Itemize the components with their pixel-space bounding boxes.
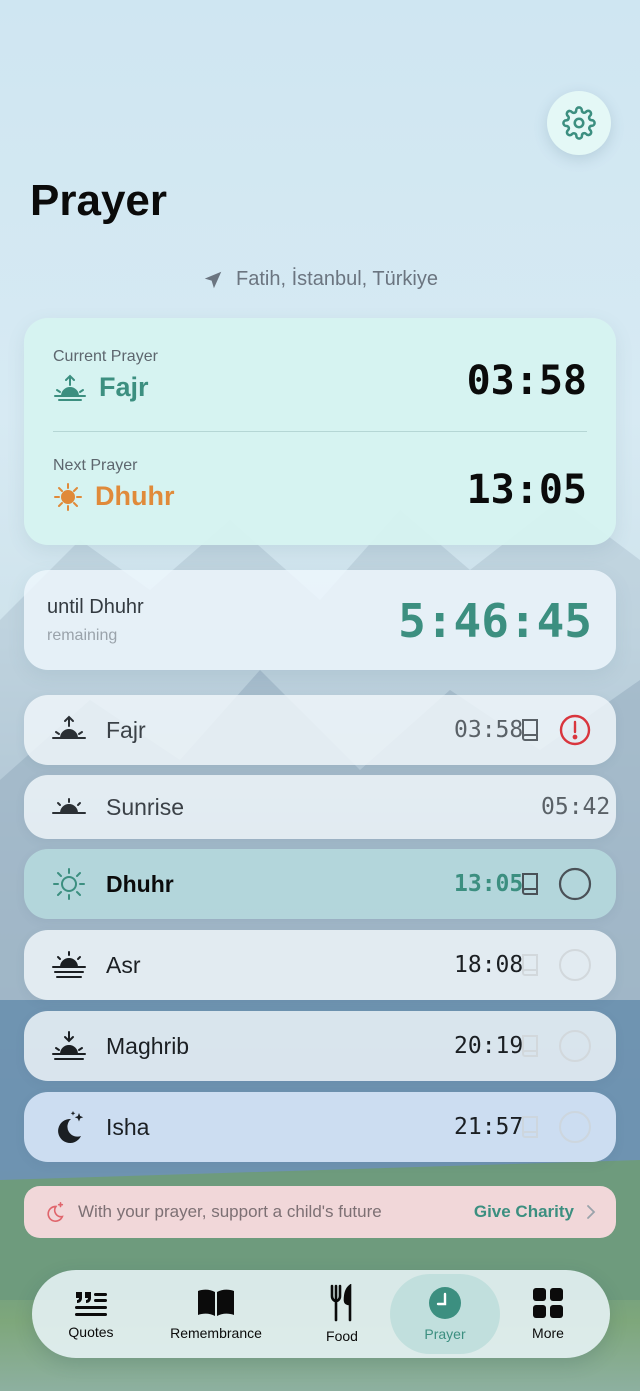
sun-icon	[54, 482, 82, 511]
moon-stars-icon	[47, 1202, 64, 1222]
current-prayer: Current Prayer Fajr 03:58	[53, 348, 587, 404]
countdown-card: until Dhuhr remaining 5:46:45	[24, 570, 616, 670]
book-icon[interactable]	[520, 1114, 542, 1140]
tab-more[interactable]: More	[512, 1270, 584, 1358]
prayer-row-maghrib[interactable]: Maghrib 20:19	[24, 1011, 616, 1081]
grid-icon	[533, 1288, 563, 1318]
page-title: Prayer	[30, 176, 168, 225]
next-prayer: Next Prayer Dhuhr 13:05	[53, 457, 587, 513]
prayer-row-asr[interactable]: Asr 18:08	[24, 930, 616, 1000]
chevron-right-icon	[587, 1205, 596, 1219]
sunset-arrow-icon	[52, 1031, 86, 1060]
prayer-name: Fajr	[106, 716, 146, 743]
prayer-row-dhuhr[interactable]: Dhuhr 13:05	[24, 849, 616, 919]
give-charity-link[interactable]: Give Charity	[474, 1202, 574, 1222]
tab-label: Remembrance	[170, 1325, 262, 1341]
quote-icon	[75, 1292, 107, 1316]
checkbox-circle-icon[interactable]	[558, 1110, 592, 1144]
charity-text: With your prayer, support a child's futu…	[78, 1202, 382, 1221]
next-prayer-name: Dhuhr	[95, 481, 175, 511]
sun-horizon-icon	[52, 951, 86, 978]
book-icon	[198, 1289, 234, 1316]
book-icon[interactable]	[520, 871, 542, 897]
tab-label: Prayer	[424, 1326, 466, 1342]
prayer-row-sunrise[interactable]: Sunrise 05:42	[24, 775, 616, 839]
tab-remembrance[interactable]: Remembrance	[156, 1270, 276, 1358]
charity-banner[interactable]: With your prayer, support a child's futu…	[24, 1186, 616, 1238]
location-text: Fatih, İstanbul, Türkiye	[236, 268, 438, 290]
gear-icon	[562, 106, 596, 140]
current-prayer-card: Current Prayer Fajr 03:58 Next Prayer Dh…	[24, 318, 616, 545]
current-prayer-time: 03:58	[466, 358, 587, 404]
prayer-row-isha[interactable]: Isha 21:57	[24, 1092, 616, 1162]
checkbox-circle-icon[interactable]	[558, 867, 592, 901]
moon-stars-icon	[58, 1111, 84, 1143]
prayer-time: 05:42	[541, 794, 611, 820]
tab-label: Food	[326, 1328, 358, 1344]
settings-button[interactable]	[547, 91, 611, 155]
next-prayer-time: 13:05	[466, 467, 587, 513]
fajr-sunrise-arrow-icon	[52, 715, 86, 739]
tab-prayer[interactable]: Prayer	[390, 1270, 500, 1358]
countdown-remaining-label: remaining	[47, 627, 118, 644]
tab-quotes[interactable]: Quotes	[50, 1270, 132, 1358]
prayer-name: Maghrib	[106, 1032, 190, 1059]
fajr-sunrise-arrow-icon	[54, 374, 86, 401]
prayer-time: 21:57	[454, 1114, 524, 1140]
prayer-row-fajr[interactable]: Fajr 03:58	[24, 695, 616, 765]
divider	[53, 431, 587, 432]
checkbox-circle-icon[interactable]	[558, 948, 592, 982]
sun-icon	[53, 868, 85, 900]
prayer-time: 03:58	[454, 717, 524, 743]
countdown-until: until Dhuhr	[47, 596, 144, 618]
prayer-time: 18:08	[454, 952, 524, 978]
location-arrow-icon	[204, 271, 222, 288]
prayer-name: Isha	[106, 1113, 150, 1140]
tab-food[interactable]: Food	[302, 1270, 382, 1358]
book-icon[interactable]	[520, 952, 542, 978]
prayer-name: Asr	[106, 951, 141, 978]
countdown-timer: 5:46:45	[398, 594, 592, 648]
clock-icon	[429, 1287, 461, 1319]
alert-icon[interactable]	[558, 713, 592, 747]
tab-label: More	[532, 1325, 564, 1341]
checkbox-circle-icon[interactable]	[558, 1029, 592, 1063]
prayer-name: Dhuhr	[106, 870, 174, 897]
prayer-time: 20:19	[454, 1033, 524, 1059]
book-icon[interactable]	[520, 1033, 542, 1059]
book-icon[interactable]	[520, 717, 542, 743]
sunrise-icon	[52, 798, 86, 814]
tab-bar: Quotes Remembrance Food Prayer More	[32, 1270, 610, 1358]
prayer-name: Sunrise	[106, 793, 184, 820]
current-prayer-name: Fajr	[99, 372, 149, 402]
tab-label: Quotes	[68, 1324, 114, 1340]
location[interactable]: Fatih, İstanbul, Türkiye	[0, 268, 640, 291]
fork-knife-icon	[330, 1284, 352, 1322]
prayer-time: 13:05	[454, 871, 524, 897]
